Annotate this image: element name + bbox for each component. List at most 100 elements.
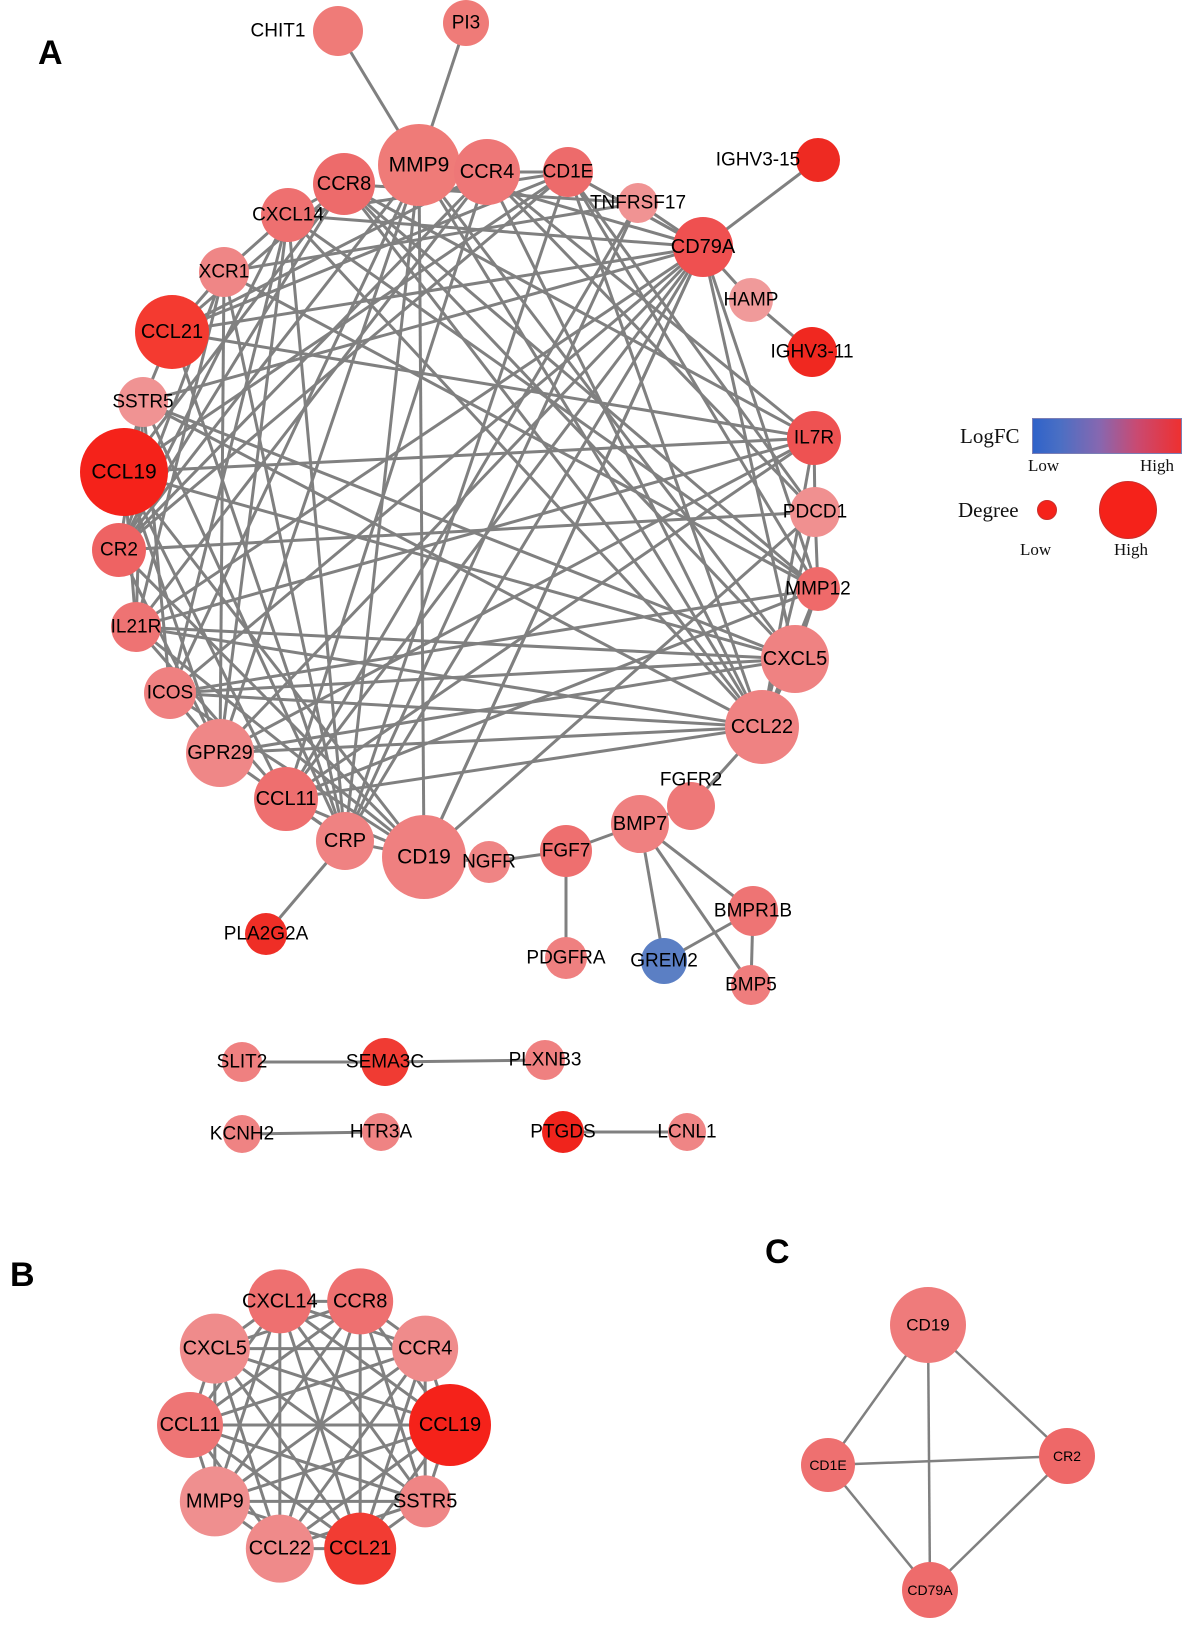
network-node[interactable]: CCL22 [725,690,799,764]
network-node[interactable]: CD19 [890,1287,966,1363]
node-label: CD79A [671,236,736,258]
network-node[interactable]: FGF7 [540,825,592,877]
network-node[interactable]: NGFR [462,841,516,883]
network-node[interactable]: CCL22 [245,1514,314,1583]
node-label: FGF7 [542,841,591,862]
network-node[interactable]: CCR8 [327,1268,394,1335]
network-edge [169,691,763,729]
network-node[interactable]: CD79A [671,217,736,277]
node-label: SSTR5 [393,1490,457,1512]
node-label: CR2 [1053,1448,1081,1464]
network-node[interactable]: CCL19 [80,428,168,516]
node-circle[interactable] [313,6,363,56]
network-node[interactable]: XCR1 [199,247,250,297]
network-edge [169,245,704,695]
legend-logfc: LogFC Low High [960,418,1182,478]
node-label: CCR8 [333,1290,387,1312]
node-label: CD1E [809,1457,846,1473]
network-node[interactable]: IL21R [111,602,162,652]
network-edge [422,246,705,858]
network-node[interactable]: IGHV3-11 [770,327,854,377]
network-node[interactable]: SLIT2 [217,1042,268,1082]
legend-degree-title: Degree [958,497,1019,522]
network-node[interactable]: PI3 [443,0,489,46]
network-node[interactable]: IL7R [787,411,841,465]
network-node[interactable]: CCR4 [392,1315,459,1382]
network-node[interactable]: CD1E [543,147,594,197]
network-node[interactable]: CCL19 [409,1384,491,1466]
figure-root: CHIT1 PI3 MMP9 CCR8 CCR4 CD1E TNFRSF17 CD79A IGH… [0,0,1200,1632]
node-label: CCL11 [256,788,317,810]
network-node[interactable]: CR2 [92,523,146,577]
network-node[interactable]: BMP5 [725,965,777,1005]
network-node[interactable]: BMPR1B [714,886,792,936]
node-label: KCNH2 [210,1124,274,1145]
node-label: CCL22 [249,1538,311,1560]
node-label: CCL22 [731,716,793,738]
panel-label-c: C [765,1233,790,1271]
network-node[interactable]: CCL11 [157,1392,223,1458]
network-node[interactable]: CD79A [902,1562,958,1618]
node-label: HTR3A [350,1122,413,1143]
network-node[interactable]: CCL11 [254,767,318,831]
node-label: IL21R [111,617,162,638]
degree-low-dot [1036,500,1057,520]
network-node[interactable]: BMP7 [611,795,669,853]
node-label: CHIT1 [251,21,306,42]
network-node[interactable]: PTGDS [530,1111,596,1153]
node-label: GPR29 [187,742,253,764]
network-node[interactable]: CXCL5 [179,1313,250,1384]
network-node[interactable]: KCNH2 [210,1115,274,1153]
network-node[interactable]: SEMA3C [346,1038,424,1086]
node-label: CRP [324,830,366,852]
node-label: PDCD1 [783,502,847,523]
network-node[interactable]: ICOS [144,667,196,719]
network-node[interactable]: CRP [316,812,374,870]
network-node[interactable]: CHIT1 [251,6,363,56]
node-label: PLA2G2A [224,924,309,945]
network-node[interactable]: MMP9 [179,1466,250,1537]
node-label: ICOS [147,683,193,704]
degree-high-dot [1098,481,1157,539]
network-node[interactable]: CR2 [1039,1428,1095,1484]
node-label: CXCL14 [252,205,324,226]
network-node[interactable]: FGFR2 [660,770,722,831]
nodes-layer: CHIT1 PI3 MMP9 CCR8 CCR4 CD1E TNFRSF17 CD79A IGH… [80,0,1095,1618]
network-node[interactable]: PLXNB3 [509,1040,582,1080]
node-label: SSTR5 [112,392,173,413]
network-node[interactable]: PDGFRA [526,937,606,979]
network-node[interactable]: GPR29 [186,719,254,787]
network-edge [926,1324,932,1591]
node-label: GREM2 [630,951,698,972]
network-edge [485,170,817,514]
legend-degree-high: High [1114,540,1148,559]
network-node[interactable]: CD1E [801,1438,855,1492]
network-node[interactable]: CCL21 [135,295,209,369]
network-node[interactable]: LCNL1 [657,1113,717,1151]
node-label: MMP9 [186,1490,244,1512]
node-circle[interactable] [796,138,840,182]
network-node[interactable]: IGHV3-15 [716,138,840,182]
node-label: CCR4 [460,161,514,183]
network-node[interactable]: CCR4 [454,139,520,205]
node-label: BMPR1B [714,901,792,922]
network-node[interactable]: MMP9 [378,124,460,206]
network-node[interactable]: PDCD1 [783,487,847,537]
network-node[interactable]: CXCL5 [761,625,829,693]
node-label: CCL19 [91,461,156,484]
node-label: CR2 [100,540,138,561]
panel-label-a: A [38,34,63,72]
node-label: CCL19 [419,1414,481,1436]
network-node[interactable]: GREM2 [630,938,698,984]
node-label: CD19 [397,846,451,869]
node-label: CCL11 [160,1414,221,1436]
node-label: MMP9 [389,154,450,177]
network-node[interactable]: CD19 [382,815,466,899]
legend-logfc-low: Low [1028,456,1060,475]
network-node[interactable]: HTR3A [350,1113,413,1151]
network-node[interactable]: PLA2G2A [224,913,309,955]
node-label: HAMP [724,290,779,311]
network-node[interactable]: CCL21 [324,1512,397,1585]
network-node[interactable]: CXCL14 [242,1269,318,1334]
legend-logfc-high: High [1140,456,1174,475]
